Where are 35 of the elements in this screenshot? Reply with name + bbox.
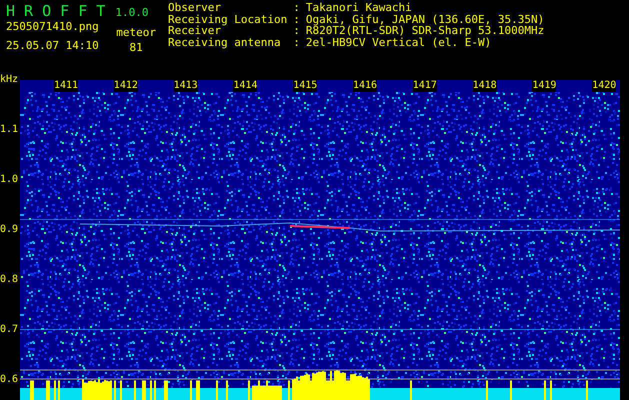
frequency-label: 0.9 <box>0 224 18 235</box>
colon: : <box>293 25 300 36</box>
info-value: Ogaki, Gifu, JAPAN (136.60E, 35.35N) <box>306 14 544 25</box>
frequency-label: 1.1 <box>0 124 18 135</box>
time-label: 1411 <box>54 80 78 92</box>
info-value: Takanori Kawachi <box>306 2 413 14</box>
date-time: 25.05.07 14:10 <box>6 39 99 52</box>
info-label: Receiving Location <box>168 14 288 25</box>
info-value: 2el-HB9CV Vertical (el. E-W) <box>306 36 492 48</box>
time-label: 1420 <box>592 80 616 92</box>
time-label: 1412 <box>114 80 138 92</box>
colon: : <box>293 36 300 48</box>
meteor-count: 81 <box>130 41 143 54</box>
frequency-label: 0.6 <box>0 374 18 385</box>
filename: 2505071410.png <box>6 20 99 33</box>
time-label: 1419 <box>532 80 556 92</box>
app-title: H R O F F T <box>6 2 106 20</box>
axis-unit: kHz <box>0 74 18 85</box>
app-version: 1.0.0 <box>115 6 148 19</box>
time-label: 1414 <box>233 80 258 92</box>
count-label: meteor <box>116 26 156 39</box>
colon: : <box>293 2 300 14</box>
time-label: 1415 <box>293 80 318 92</box>
frequency-label: 0.8 <box>0 274 18 285</box>
info-label: Receiving antenna <box>168 36 282 48</box>
info-label: Observer <box>168 2 222 14</box>
info-value: R820T2(RTL-SDR) SDR-Sharp 53.1000MHz <box>306 25 544 36</box>
time-label: 1416 <box>352 80 377 92</box>
frequency-label: 0.7 <box>0 324 18 335</box>
frequency-label: 1.0 <box>0 174 18 185</box>
colon: : <box>293 14 300 25</box>
time-label: 1418 <box>472 80 497 92</box>
info-label: Receiver <box>168 25 221 36</box>
time-label: 1413 <box>174 80 198 92</box>
time-label: 1417 <box>412 80 437 92</box>
